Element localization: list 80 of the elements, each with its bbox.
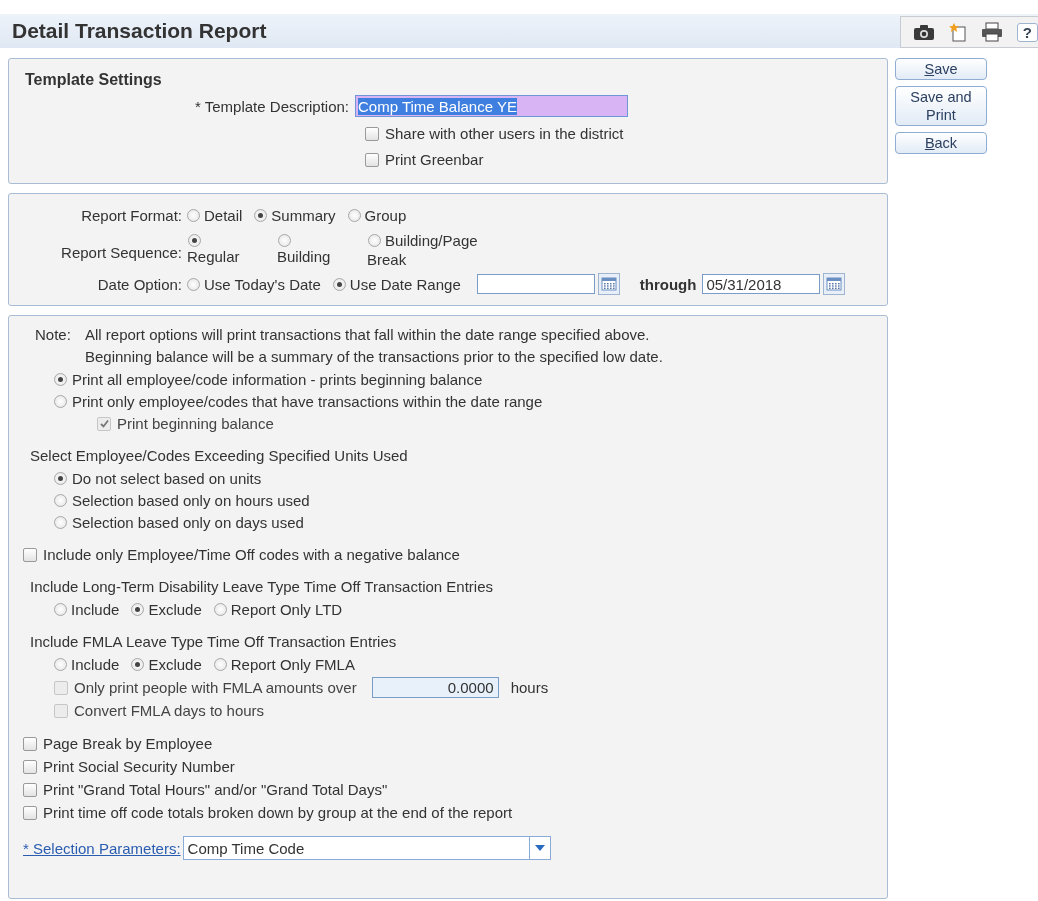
option-label[interactable]: Exclude <box>148 601 202 618</box>
option-label[interactable]: Regular <box>187 231 253 266</box>
checkbox-label[interactable]: Include only Employee/Time Off codes with a negative balance <box>43 546 460 563</box>
from-date-field[interactable] <box>476 274 595 294</box>
radio-button[interactable] <box>54 471 67 485</box>
selection-parameters-link[interactable]: * Selection Parameters: <box>23 839 181 857</box>
checkbox-label[interactable]: Print Greenbar <box>385 151 484 168</box>
option-label[interactable]: Summary <box>271 206 336 224</box>
checkbox[interactable] <box>23 782 37 797</box>
option-label[interactable]: Report Only LTD <box>230 601 343 618</box>
help-button[interactable]: ? <box>1016 22 1038 42</box>
calendar-icon[interactable] <box>823 273 846 295</box>
field-label: * Template Description: <box>194 97 350 115</box>
field-label: Report Sequence: <box>60 243 183 261</box>
option-label[interactable]: Use Today's Date <box>204 275 321 293</box>
checkbox[interactable] <box>23 805 37 820</box>
option-label[interactable]: Detail <box>204 206 243 224</box>
checkbox-label[interactable]: Print Social Security Number <box>43 758 235 775</box>
option-label[interactable]: Do not select based on units <box>72 469 262 487</box>
save-button[interactable]: Save <box>895 58 987 80</box>
radio-button[interactable] <box>131 658 145 671</box>
checkbox[interactable] <box>23 736 37 751</box>
radio-button[interactable] <box>54 658 67 671</box>
option-label[interactable]: Selection based only on hours used <box>72 491 310 509</box>
option-label[interactable]: Include <box>71 656 120 673</box>
section-heading: Template Settings <box>25 71 163 89</box>
section-heading: Select Employee/Codes Exceeding Specified Units Used <box>29 446 409 466</box>
save-print-button[interactable]: Save and Print <box>895 86 987 126</box>
checkbox[interactable] <box>365 152 379 167</box>
radio-button[interactable] <box>54 603 67 616</box>
option-label[interactable]: Print all employee/code information - prints beginning balance <box>72 370 483 388</box>
option-label[interactable]: Exclude <box>148 656 202 673</box>
option-label[interactable]: Group <box>364 206 407 224</box>
checkbox[interactable] <box>365 126 379 141</box>
camera-icon[interactable] <box>912 23 935 41</box>
checkbox[interactable] <box>23 547 37 562</box>
radio-button[interactable] <box>332 277 346 291</box>
checkbox-label[interactable]: Page Break by Employee <box>43 735 213 752</box>
field-label: Date Option: <box>96 275 183 293</box>
selection-dropdown[interactable]: Comp Time Code <box>182 836 551 860</box>
note-text: Beginning balance will be a summary of the transactions prior to the specified low date. <box>85 347 663 367</box>
to-date-field[interactable]: 05/31/2018 <box>702 274 821 294</box>
option-label[interactable]: Building <box>277 231 343 266</box>
unit-label: hours <box>510 679 549 696</box>
radio-button[interactable] <box>347 208 361 222</box>
printer-icon[interactable] <box>980 22 1003 42</box>
section-heading: Include Long-Term Disability Leave Type Time Off Transaction Entries <box>29 577 494 597</box>
back-button[interactable]: Back <box>895 132 987 154</box>
checkbox-label[interactable]: Share with other users in the district <box>385 125 624 142</box>
radio-button[interactable] <box>213 658 227 671</box>
option-label[interactable]: Building/Page Break <box>367 231 497 269</box>
option-label[interactable]: Print only employee/codes that have transactions within the date range <box>72 392 543 410</box>
field-label: Report Format: <box>80 206 183 224</box>
radio-button[interactable] <box>54 394 67 408</box>
radio-button[interactable] <box>278 234 291 247</box>
radio-button[interactable] <box>213 603 227 616</box>
section-heading: Include FMLA Leave Type Time Off Transaction Entries <box>29 632 398 652</box>
radio-button[interactable] <box>54 493 67 507</box>
radio-button[interactable] <box>131 603 145 616</box>
radio-button[interactable] <box>368 234 381 247</box>
option-label[interactable]: Use Date Range <box>349 275 461 293</box>
radio-button[interactable] <box>188 234 201 247</box>
through-label: through <box>639 275 697 293</box>
checkbox[interactable] <box>23 759 37 774</box>
checkbox-label[interactable]: Print time off code totals broken down by group at the end of the report <box>43 804 513 821</box>
radio-button[interactable] <box>254 208 268 222</box>
calendar-icon[interactable] <box>597 273 620 295</box>
document-star-icon[interactable] <box>948 22 967 42</box>
checkbox-label[interactable]: Print "Grand Total Hours" and/or "Grand Total Days" <box>43 781 388 798</box>
option-label[interactable]: Include <box>71 601 120 618</box>
option-label[interactable]: Report Only FMLA <box>230 656 355 673</box>
radio-button[interactable] <box>187 277 200 291</box>
radio-button[interactable] <box>54 372 67 386</box>
page-title: Detail Transaction Report <box>11 19 267 43</box>
note-label: Note: <box>35 325 72 345</box>
radio-button[interactable] <box>54 515 67 529</box>
radio-button[interactable] <box>187 208 200 222</box>
note-text: All report options will print transactions that fall within the date range specified above. <box>85 325 651 345</box>
template-description-field[interactable]: Comp Time Balance YE <box>355 95 628 117</box>
option-label[interactable]: Selection based only on days used <box>72 513 304 531</box>
